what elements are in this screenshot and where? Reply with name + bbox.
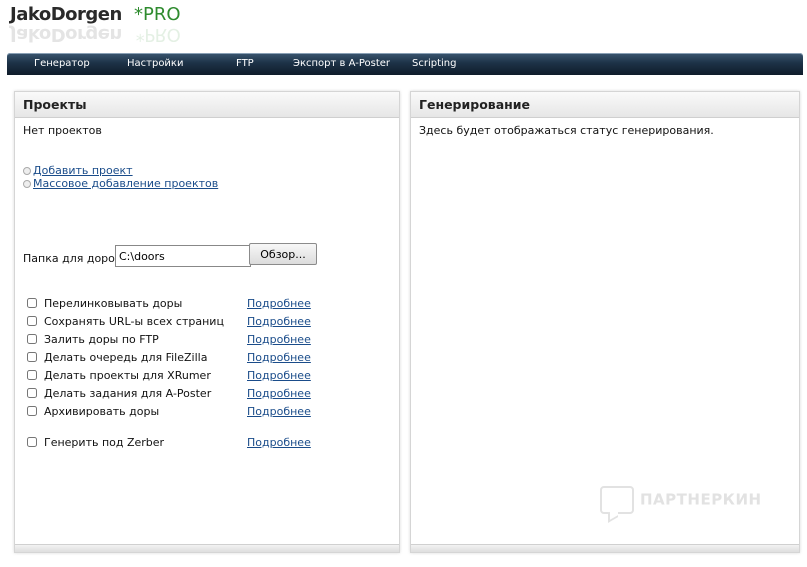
browse-button[interactable]: Обзор... (249, 243, 317, 265)
option-label: Залить доры по FTP (44, 333, 159, 346)
option-label: Делать задания для A-Poster (44, 387, 212, 400)
option-zerber-checkbox[interactable] (27, 437, 37, 447)
option-label: Делать проекты для XRumer (44, 369, 211, 382)
chat-bubble-icon (600, 486, 634, 514)
nav-item-export-aposter[interactable]: Экспорт в A-Poster (293, 58, 390, 69)
generation-panel-title: Генерирование (411, 92, 799, 118)
panel-footer (15, 544, 399, 552)
watermark-text: ПАРТНЕРКИН (640, 490, 762, 509)
option-more-link[interactable]: Подробнее (247, 387, 311, 400)
bulk-add-row: Массовое добавление проектов (23, 177, 218, 190)
watermark: ПАРТНЕРКИН (600, 486, 762, 514)
main-nav: Генератор Настройки FTP Экспорт в A-Post… (7, 53, 803, 75)
folder-label: Папка для доров: (23, 252, 126, 265)
option-interlink-checkbox[interactable] (27, 298, 37, 308)
option-more-link[interactable]: Подробнее (247, 436, 311, 449)
option-save-urls-checkbox[interactable] (27, 316, 37, 326)
folder-path-input[interactable] (115, 245, 251, 267)
option-more-link[interactable]: Подробнее (247, 369, 311, 382)
nav-item-scripting[interactable]: Scripting (412, 58, 456, 69)
option-more-link[interactable]: Подробнее (247, 315, 311, 328)
option-xrumer-projects-checkbox[interactable] (27, 370, 37, 380)
option-label: Сохранять URL-ы всех страниц (44, 315, 224, 328)
app-logo: JakoDorgen *PRO JakoDorgen *PRO (10, 4, 270, 48)
option-label: Генерить под Zerber (44, 436, 165, 449)
projects-panel: Проекты Нет проектов Добавить проект Мас… (14, 91, 400, 553)
option-label: Архивировать доры (44, 405, 160, 418)
option-more-link[interactable]: Подробнее (247, 405, 311, 418)
no-projects-text: Нет проектов (23, 124, 102, 137)
bulk-add-projects-link[interactable]: Массовое добавление проектов (33, 177, 218, 190)
generation-status-text: Здесь будет отображаться статус генериро… (419, 124, 714, 137)
option-archive-checkbox[interactable] (27, 406, 37, 416)
option-more-link[interactable]: Подробнее (247, 297, 311, 310)
logo-pro-text: *PRO (134, 4, 181, 25)
bullet-icon (23, 180, 31, 188)
nav-item-settings[interactable]: Настройки (127, 58, 183, 69)
projects-panel-title: Проекты (15, 92, 399, 118)
option-filezilla-queue-checkbox[interactable] (27, 352, 37, 362)
panel-footer (411, 544, 799, 552)
option-label: Делать очередь для FileZilla (44, 351, 208, 364)
bullet-icon (23, 167, 31, 175)
logo-reflection: JakoDorgen *PRO (10, 24, 181, 45)
logo-main-text: JakoDorgen (10, 4, 122, 25)
generation-panel: Генерирование Здесь будет отображаться с… (410, 91, 800, 553)
option-label: Перелинковывать доры (44, 297, 183, 310)
nav-item-generator[interactable]: Генератор (34, 58, 90, 69)
option-aposter-tasks-checkbox[interactable] (27, 388, 37, 398)
option-more-link[interactable]: Подробнее (247, 351, 311, 364)
nav-item-ftp[interactable]: FTP (236, 58, 254, 69)
option-more-link[interactable]: Подробнее (247, 333, 311, 346)
add-project-row: Добавить проект (23, 164, 133, 177)
add-project-link[interactable]: Добавить проект (33, 164, 133, 177)
option-ftp-upload-checkbox[interactable] (27, 334, 37, 344)
